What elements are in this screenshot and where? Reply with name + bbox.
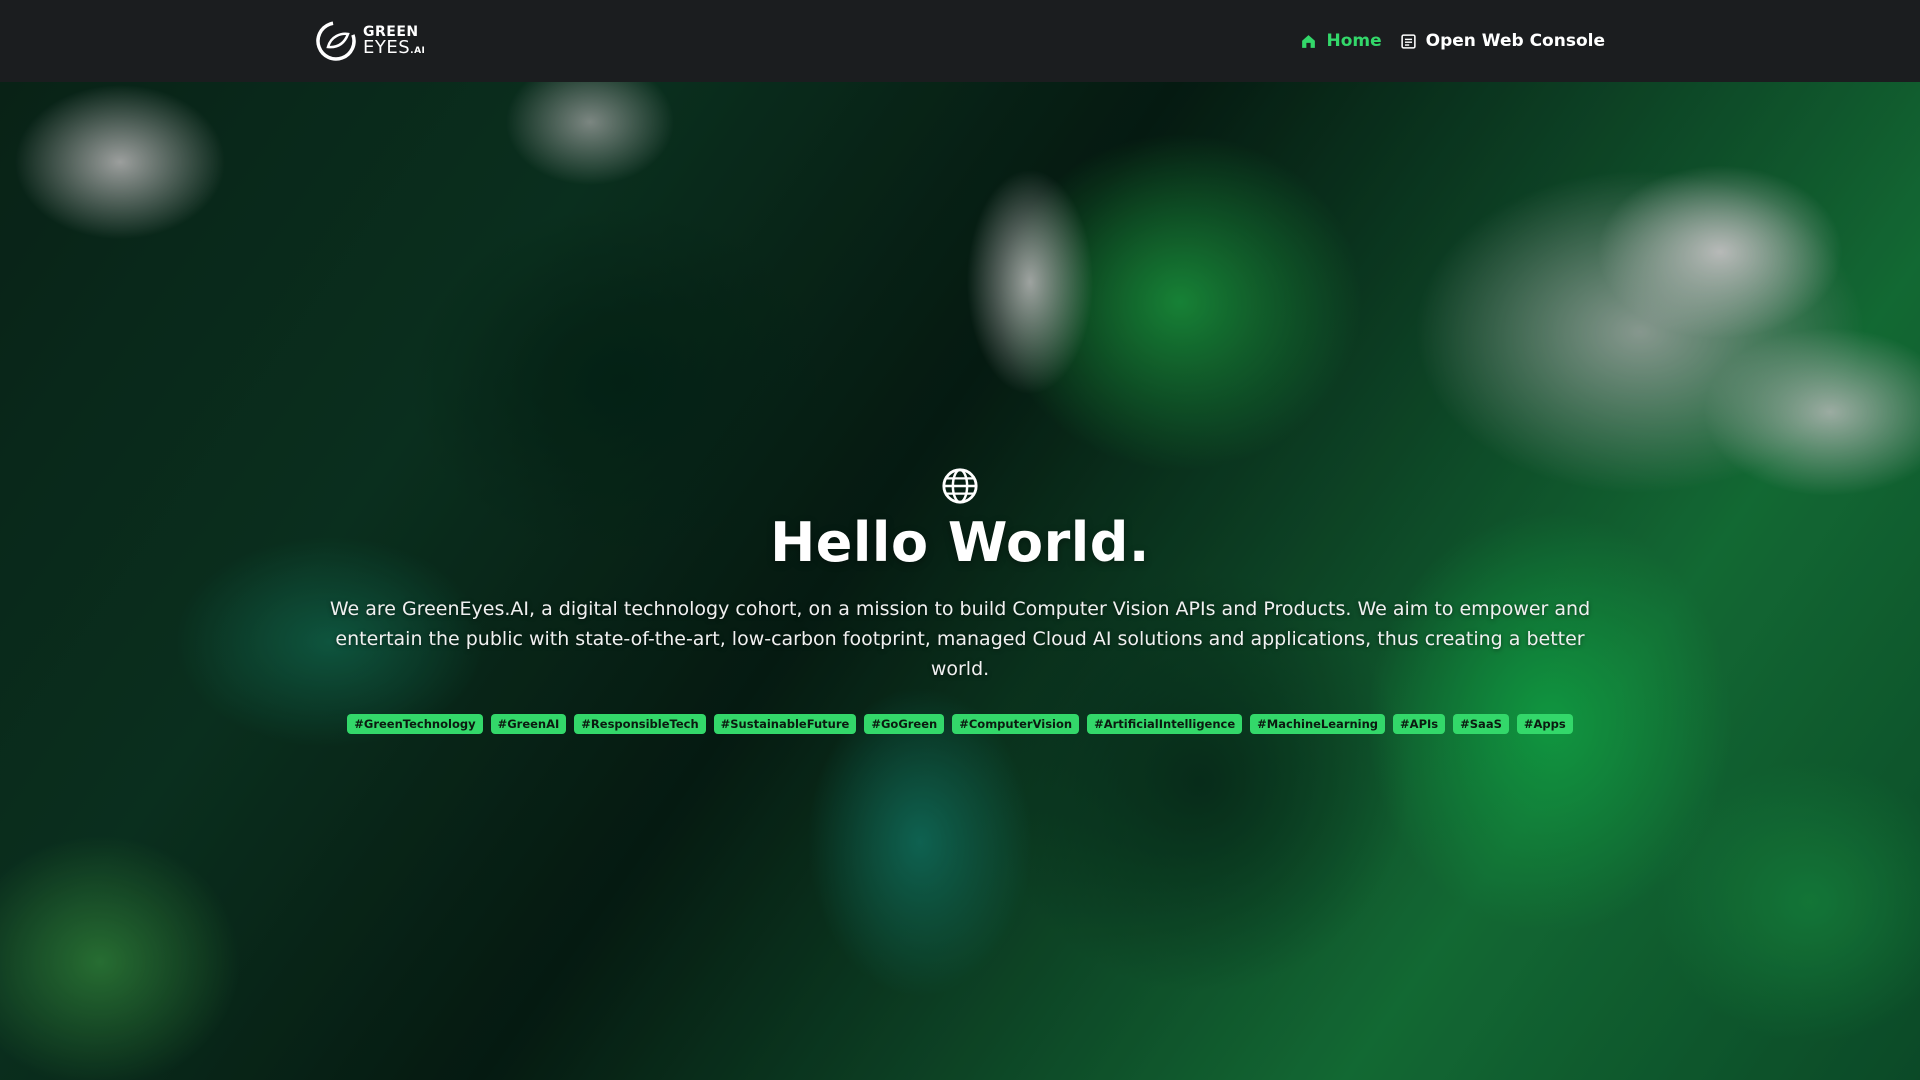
home-icon [1302, 34, 1316, 48]
hero-section: Hello World. We are GreenEyes.AI, a digi… [0, 82, 1920, 1080]
nav-home-link[interactable]: Home [1300, 31, 1382, 51]
brand-logo[interactable]: GREEN EYES.AI [315, 20, 425, 62]
brand-line2: EYES.AI [363, 39, 425, 57]
hero-content: Hello World. We are GreenEyes.AI, a digi… [310, 467, 1610, 734]
hashtag-badge: #GoGreen [864, 714, 945, 734]
hashtag-badge: #ArtificialIntelligence [1087, 714, 1243, 734]
hashtag-badge: #SustainableFuture [713, 714, 857, 734]
nav-home-label: Home [1326, 31, 1382, 51]
hashtag-badge: #APIs [1393, 714, 1446, 734]
globe-icon [942, 468, 978, 504]
document-icon [1400, 33, 1416, 49]
nav-open-web-console-label: Open Web Console [1425, 31, 1605, 51]
nav-open-web-console-link[interactable]: Open Web Console [1400, 31, 1605, 51]
hashtag-badge: #MachineLearning [1250, 714, 1386, 734]
hashtag-badge: #GreenTechnology [347, 714, 483, 734]
hashtag-badge: #Apps [1516, 714, 1573, 734]
leaf-logo-icon [316, 21, 356, 61]
brand-wordmark: GREEN EYES.AI [363, 25, 425, 57]
navbar-inner: GREEN EYES.AI Home Open Web Console [315, 20, 1605, 62]
navbar: GREEN EYES.AI Home Open Web Console [0, 0, 1920, 82]
hashtag-badge: #SaaS [1453, 714, 1509, 734]
hashtag-badge: #ComputerVision [952, 714, 1080, 734]
hero-title: Hello World. [770, 511, 1150, 574]
hero-description: We are GreenEyes.AI, a digital technolog… [329, 598, 1591, 680]
hashtag-badge: #GreenAI [490, 714, 567, 734]
brand-suffix: .AI [410, 46, 426, 56]
hashtag-badge: #ResponsibleTech [574, 714, 706, 734]
nav-links: Home Open Web Console [1300, 31, 1605, 51]
hashtag-list: #GreenTechnology #GreenAI #ResponsibleTe… [310, 714, 1610, 734]
brand-line2-text: EYES [363, 37, 411, 58]
